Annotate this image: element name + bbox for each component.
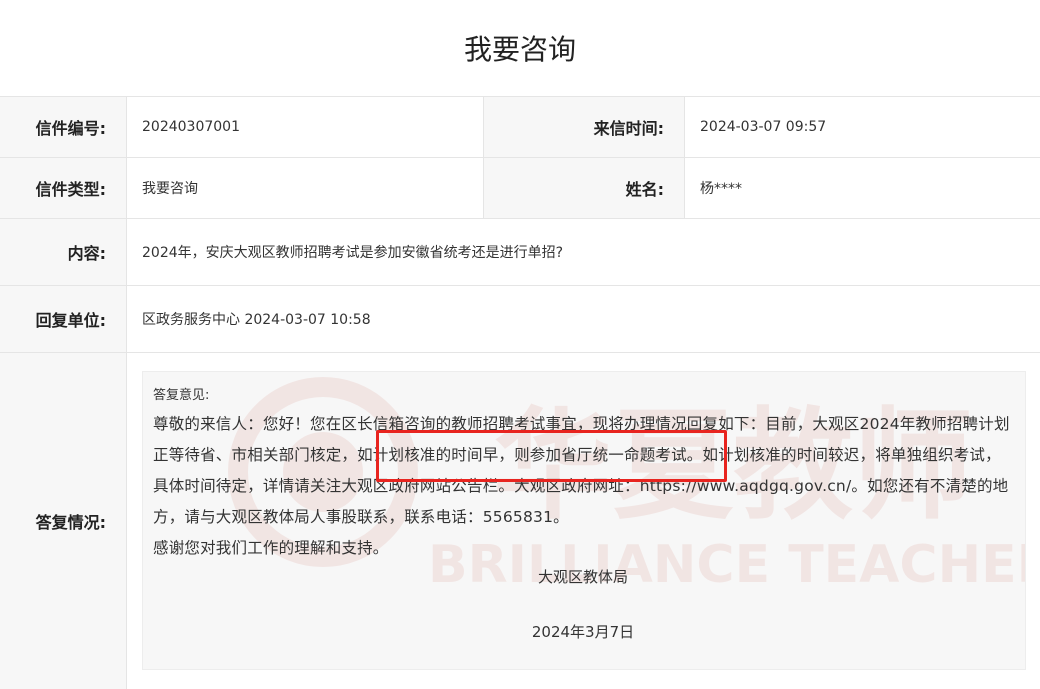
row-reply-unit: 回复单位: 区政务服务中心 2024-03-07 10:58 [0,286,1040,353]
reply-unit-value: 区政务服务中心 2024-03-07 10:58 [142,312,371,328]
reply-thanks: 感谢您对我们工作的理解和支持。 [153,539,389,557]
page-title: 我要咨询 [463,33,576,66]
letter-detail-table: 信件编号: 20240307001 来信时间: 2024-03-07 09:57… [0,96,1040,689]
letter-content-label: 内容: [0,219,127,285]
letter-name-value: 杨**** [700,181,742,197]
reply-box: 华夏教师 BRILLIANCE TEACHER 答复意见: 尊敬的来信人：您好！… [142,371,1026,670]
row-reply: 答复情况: 华夏教师 BRILLIANCE TEACHER 答复意见: 尊敬的来… [0,353,1040,689]
letter-type-value: 我要咨询 [127,158,484,218]
reply-date: 2024年3月7日 [531,623,635,641]
letter-number-value: 20240307001 [127,97,484,157]
row-type-name: 信件类型: 我要咨询 姓名: 杨**** [0,158,1040,219]
letter-time-value: 2024-03-07 09:57 [700,119,827,135]
letter-number-label: 信件编号: [0,97,127,157]
reply-signature: 大观区教体局 [537,568,628,586]
letter-time-label: 来信时间: [484,97,685,157]
row-content: 内容: 2024年，安庆大观区教师招聘考试是参加安徽省统考还是进行单招? [0,219,1040,286]
reply-heading: 答复意见: [153,388,210,403]
reply-body: 尊敬的来信人：您好！您在区长信箱咨询的教师招聘考试事宜，现将办理情况回复如下：目… [153,415,1010,526]
letter-name-label: 姓名: [484,158,685,218]
reply-status-label: 答复情况: [0,353,127,689]
row-number-time: 信件编号: 20240307001 来信时间: 2024-03-07 09:57 [0,97,1040,158]
letter-content-value: 2024年，安庆大观区教师招聘考试是参加安徽省统考还是进行单招? [142,245,564,261]
reply-container: 华夏教师 BRILLIANCE TEACHER 答复意见: 尊敬的来信人：您好！… [127,353,1040,689]
reply-unit-label: 回复单位: [0,286,127,352]
letter-type-label: 信件类型: [0,158,127,218]
